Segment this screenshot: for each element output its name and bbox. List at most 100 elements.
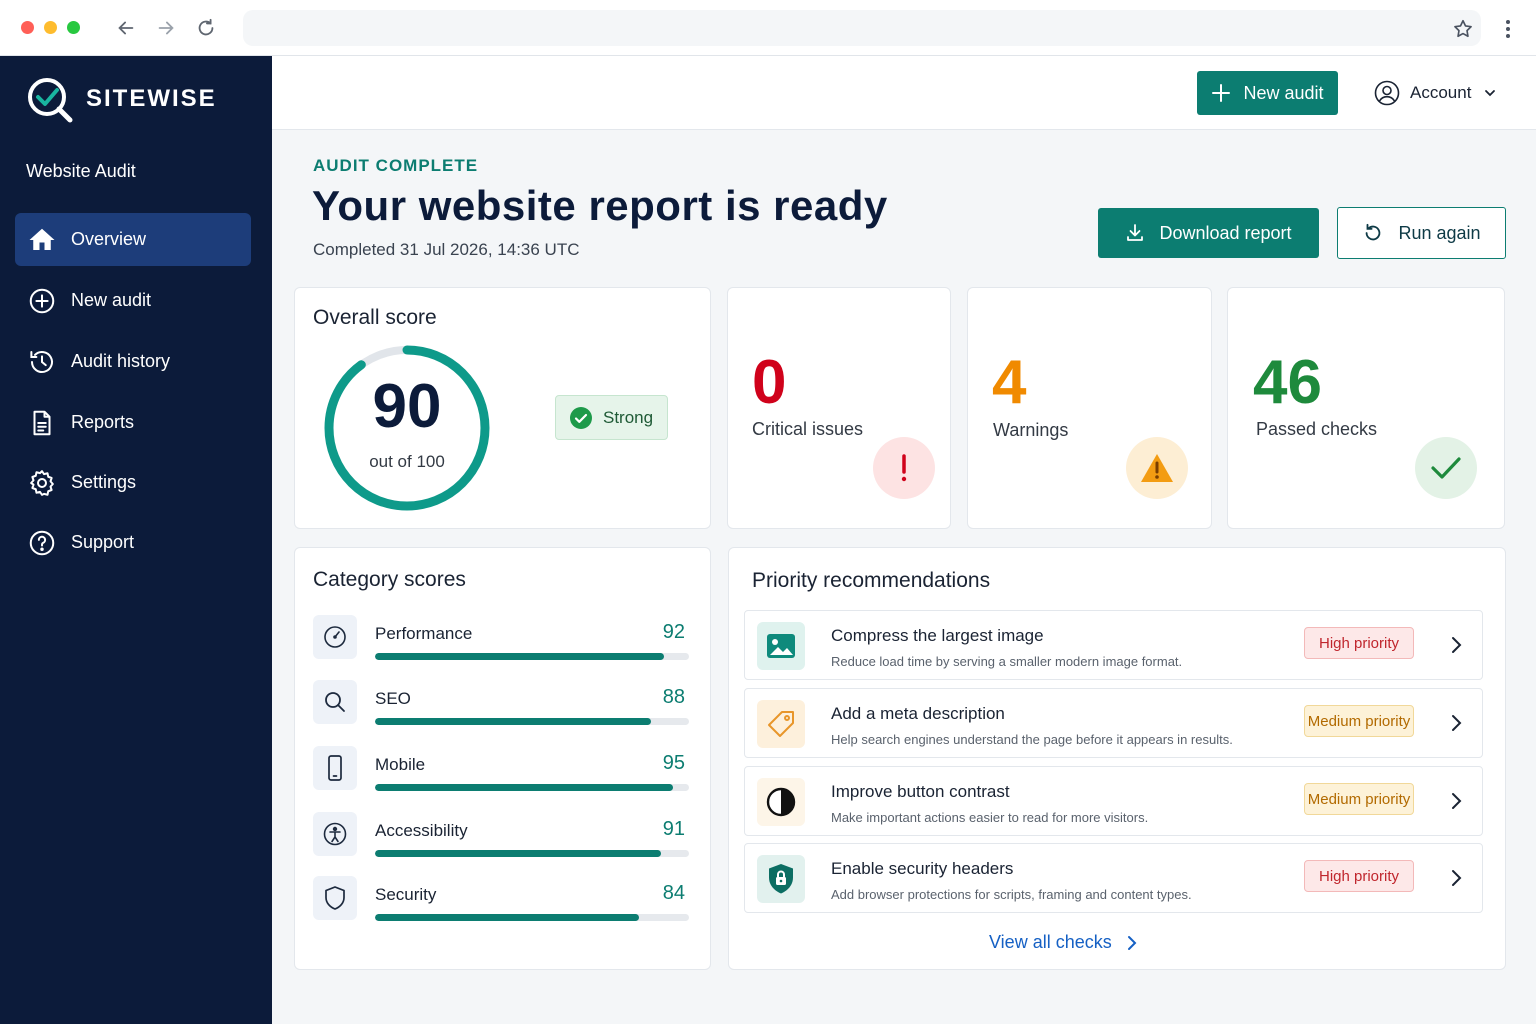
- passed-checks-label: Passed checks: [1256, 419, 1378, 439]
- warning-icon: [1126, 437, 1188, 499]
- header-new-audit-button[interactable]: New audit: [1197, 71, 1338, 115]
- chevron-right-icon[interactable]: [1445, 790, 1467, 812]
- overall-score-value: 90: [372, 372, 442, 441]
- category-row-accessibility: Accessibility 91: [313, 812, 691, 862]
- home-icon: [27, 225, 57, 255]
- document-icon: [27, 408, 57, 438]
- passed-checks-count: 46: [1253, 348, 1322, 417]
- recommendation-row[interactable]: Add a meta description Help search engine…: [744, 688, 1483, 758]
- chevron-right-icon[interactable]: [1445, 634, 1467, 656]
- chevron-right-icon[interactable]: [1445, 712, 1467, 734]
- sidebar-item-new-audit[interactable]: New audit: [15, 274, 251, 327]
- recommendation-row[interactable]: Compress the largest image Reduce load ti…: [744, 610, 1483, 680]
- check-icon: [1415, 437, 1477, 499]
- run-again-label: Run again: [1398, 222, 1481, 243]
- category-progress-track: [375, 850, 689, 857]
- exclamation-icon: [873, 437, 935, 499]
- category-label: Mobile: [375, 755, 426, 774]
- recommendation-description: Make important actions easier to read fo…: [831, 810, 1149, 825]
- category-score: 88: [662, 686, 685, 708]
- plus-circle-icon: [27, 286, 57, 316]
- sidebar-item-overview[interactable]: Overview: [15, 213, 251, 266]
- passed-checks-card: 46 Passed checks: [1227, 287, 1505, 529]
- category-label: Accessibility: [375, 821, 468, 840]
- completed-timestamp: Completed 31 Jul 2026, 14:36 UTC: [313, 240, 580, 259]
- recommendation-title: Add a meta description: [831, 704, 1005, 723]
- sidebar: SITEWISE Website Audit Overview New audi…: [0, 56, 272, 1024]
- sidebar-item-audit-history[interactable]: Audit history: [15, 335, 251, 388]
- shield-icon: [313, 876, 357, 920]
- chevron-right-icon[interactable]: [1445, 867, 1467, 889]
- refresh-icon: [1362, 222, 1384, 244]
- close-window-button[interactable]: [21, 21, 34, 34]
- search-icon: [313, 680, 357, 724]
- logo-icon: [26, 76, 76, 126]
- sidebar-item-label: Reports: [71, 412, 135, 432]
- category-progress-track: [375, 914, 689, 921]
- chevron-down-icon: [1483, 86, 1497, 100]
- maximize-window-button[interactable]: [67, 21, 80, 34]
- download-report-button[interactable]: Download report: [1098, 208, 1319, 258]
- category-progress-fill: [375, 850, 661, 857]
- sidebar-item-label: Support: [71, 532, 135, 552]
- priority-badge: High priority: [1304, 627, 1414, 659]
- critical-issues-count: 0: [752, 348, 787, 417]
- minimize-window-button[interactable]: [44, 21, 57, 34]
- warnings-card: 4 Warnings: [967, 287, 1212, 529]
- category-progress-track: [375, 718, 689, 725]
- warnings-label: Warnings: [993, 420, 1069, 440]
- sidebar-item-label: Settings: [71, 472, 137, 492]
- category-scores-title: Category scores: [313, 568, 466, 591]
- history-icon: [27, 347, 57, 377]
- critical-issues-card: 0 Critical issues: [727, 287, 951, 529]
- sidebar-item-settings[interactable]: Settings: [15, 456, 251, 509]
- overall-score-out-of: out of 100: [369, 452, 445, 471]
- mobile-icon: [313, 746, 357, 790]
- brand-name: SITEWISE: [86, 85, 217, 112]
- accessibility-icon: [313, 812, 357, 856]
- tag-icon: [757, 700, 805, 748]
- back-icon[interactable]: [115, 17, 137, 39]
- image-icon: [757, 622, 805, 670]
- sidebar-item-label: New audit: [71, 290, 152, 310]
- page-title: Your website report is ready: [312, 182, 888, 229]
- download-report-label: Download report: [1159, 222, 1292, 243]
- account-menu[interactable]: Account: [1374, 80, 1497, 106]
- view-all-checks-link[interactable]: View all checks: [989, 932, 1138, 953]
- overall-score-title: Overall score: [313, 306, 437, 329]
- reload-icon[interactable]: [195, 17, 217, 39]
- check-circle-icon: [569, 406, 593, 430]
- audit-status-eyebrow: AUDIT COMPLETE: [313, 156, 479, 175]
- category-score: 95: [662, 752, 685, 774]
- priority-badge: Medium priority: [1304, 783, 1414, 815]
- run-again-button[interactable]: Run again: [1337, 207, 1506, 259]
- address-bar[interactable]: [243, 10, 1481, 46]
- recommendation-row[interactable]: Enable security headers Add browser prote…: [744, 843, 1483, 913]
- strong-status-badge: Strong: [555, 395, 668, 440]
- category-label: SEO: [375, 689, 411, 708]
- recommendation-title: Improve button contrast: [831, 782, 1010, 801]
- sidebar-item-reports[interactable]: Reports: [15, 396, 251, 449]
- category-label: Performance: [375, 624, 473, 643]
- chevron-right-icon: [1126, 935, 1138, 951]
- recommendation-description: Help search engines understand the page …: [831, 732, 1233, 747]
- browser-menu-icon[interactable]: [1498, 18, 1518, 40]
- bookmark-star-icon[interactable]: [1452, 18, 1474, 40]
- browser-chrome: [0, 0, 1536, 56]
- warnings-count: 4: [992, 348, 1027, 417]
- category-row-performance: Performance 92: [313, 615, 691, 665]
- recommendation-row[interactable]: Improve button contrast Make important ac…: [744, 766, 1483, 836]
- category-progress-fill: [375, 784, 674, 791]
- new-audit-label: New audit: [1243, 82, 1324, 103]
- account-label: Account: [1410, 83, 1472, 102]
- forward-icon[interactable]: [155, 17, 177, 39]
- sidebar-item-label: Audit history: [71, 351, 171, 371]
- download-icon: [1125, 223, 1145, 243]
- priority-badge: High priority: [1304, 860, 1414, 892]
- category-score: 84: [662, 882, 685, 904]
- gear-icon: [27, 468, 57, 498]
- sidebar-item-support[interactable]: Support: [15, 516, 251, 569]
- critical-issues-label: Critical issues: [752, 419, 864, 439]
- recommendation-title: Enable security headers: [831, 859, 1014, 878]
- priority-recommendations-title: Priority recommendations: [752, 569, 991, 592]
